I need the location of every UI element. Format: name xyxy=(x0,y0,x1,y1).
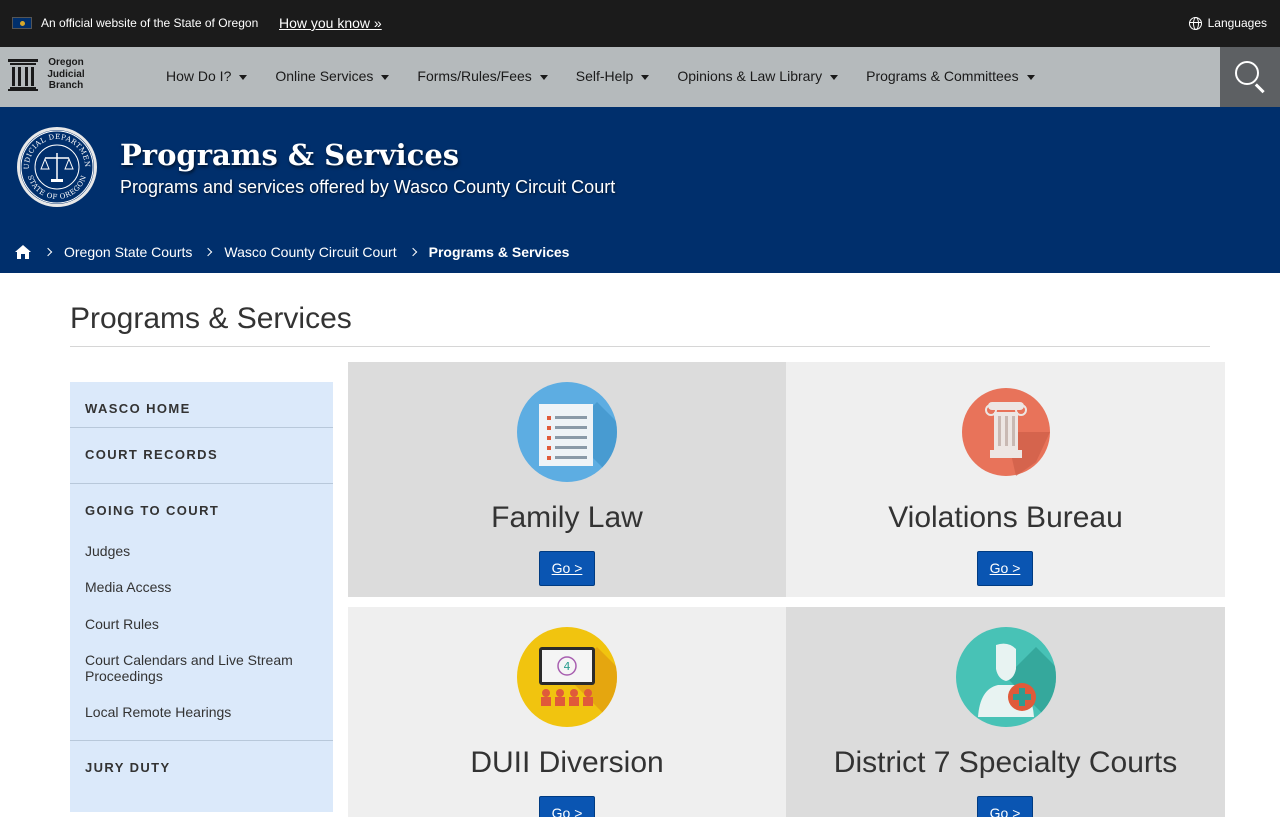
sidebar-wasco-home[interactable]: WASCO HOME xyxy=(85,401,191,416)
caret-down-icon xyxy=(239,74,248,80)
logo-text: Oregon Judicial Branch xyxy=(47,57,85,91)
card-title: Family Law xyxy=(491,501,643,534)
chevron-right-icon xyxy=(43,247,53,257)
pillar-icon xyxy=(8,59,38,91)
oregon-flag-icon xyxy=(12,17,32,29)
breadcrumb-current: Programs & Services xyxy=(428,244,570,260)
sidebar-jury-duty[interactable]: JURY DUTY xyxy=(85,760,171,775)
svg-text:4: 4 xyxy=(564,660,571,673)
sidebar-link-judges[interactable]: Judges xyxy=(85,543,315,559)
nav-programs-committees[interactable]: Programs & Committees xyxy=(866,68,1035,84)
official-banner: An official website of the State of Oreg… xyxy=(0,0,1280,47)
caret-down-icon xyxy=(1026,74,1035,80)
document-icon xyxy=(517,382,617,482)
sidebar-court-records[interactable]: COURT RECORDS xyxy=(85,447,218,462)
ojd-logo[interactable]: Oregon Judicial Branch xyxy=(8,57,93,99)
specialty-courts-go-button[interactable]: Go > xyxy=(977,796,1033,817)
caret-down-icon xyxy=(381,74,390,80)
chevron-right-icon xyxy=(408,247,417,257)
nav-online-services[interactable]: Online Services xyxy=(275,68,390,84)
sidebar-nav: WASCO HOME COURT RECORDS GOING TO COURT … xyxy=(70,382,333,812)
caret-down-icon xyxy=(641,74,650,80)
breadcrumb-wasco-county[interactable]: Wasco County Circuit Court xyxy=(224,244,396,260)
how-you-know-link[interactable]: How you know » xyxy=(279,15,382,31)
duii-diversion-go-button[interactable]: Go > xyxy=(539,796,595,817)
card-title: District 7 Specialty Courts xyxy=(833,746,1178,779)
caret-down-icon xyxy=(830,74,839,80)
official-text: An official website of the State of Oreg… xyxy=(41,16,259,30)
main-navbar: Oregon Judicial Branch How Do I? Online … xyxy=(0,47,1280,107)
title-divider xyxy=(70,346,1210,347)
nav-self-help[interactable]: Self-Help xyxy=(576,68,650,84)
caret-down-icon xyxy=(539,74,548,80)
page-banner: JUDICIAL DEPARTMENT STATE OF OREGON Prog… xyxy=(0,107,1280,273)
card-title: Violations Bureau xyxy=(888,501,1123,534)
card-district-7-specialty-courts: District 7 Specialty Courts Go > xyxy=(786,607,1225,817)
card-title: DUII Diversion xyxy=(470,746,664,779)
nav-how-do-i[interactable]: How Do I? xyxy=(166,68,248,84)
page-title: Programs & Services xyxy=(70,302,352,335)
banner-subtitle: Programs and services offered by Wasco C… xyxy=(120,177,616,197)
languages-label: Languages xyxy=(1207,16,1267,30)
card-violations-bureau: Violations Bureau Go > xyxy=(786,362,1225,597)
sidebar-divider xyxy=(70,427,333,428)
chevron-right-icon xyxy=(204,247,213,257)
nav-menu: How Do I? Online Services Forms/Rules/Fe… xyxy=(166,68,1063,84)
nav-opinions-law-library[interactable]: Opinions & Law Library xyxy=(677,68,839,84)
nav-forms-rules-fees[interactable]: Forms/Rules/Fees xyxy=(417,68,548,84)
banner-title: Programs & Services xyxy=(120,138,460,172)
search-icon xyxy=(1235,61,1259,85)
card-family-law: Family Law Go > xyxy=(348,362,786,597)
sidebar-going-to-court[interactable]: GOING TO COURT xyxy=(85,503,219,518)
breadcrumb-oregon-state-courts[interactable]: Oregon State Courts xyxy=(64,244,192,260)
classroom-icon: 4 xyxy=(517,627,617,727)
judicial-seal-icon: JUDICIAL DEPARTMENT STATE OF OREGON xyxy=(15,125,97,207)
person-medical-icon xyxy=(956,627,1056,727)
card-duii-diversion: 4 DUII Diversion Go > xyxy=(348,607,786,817)
sidebar-divider xyxy=(70,483,333,484)
violations-bureau-go-button[interactable]: Go > xyxy=(977,551,1033,586)
languages-button[interactable]: Languages xyxy=(1188,16,1267,30)
sidebar-link-court-calendars[interactable]: Court Calendars and Live Stream Proceedi… xyxy=(85,652,315,684)
column-icon xyxy=(956,382,1056,482)
sidebar-link-court-rules[interactable]: Court Rules xyxy=(85,616,315,632)
breadcrumb: Oregon State Courts Wasco County Circuit… xyxy=(15,244,582,260)
sidebar-divider xyxy=(70,740,333,741)
sidebar-link-media-access[interactable]: Media Access xyxy=(85,579,315,595)
family-law-go-button[interactable]: Go > xyxy=(539,551,595,586)
search-button[interactable] xyxy=(1220,47,1280,107)
globe-icon xyxy=(1188,16,1202,30)
home-icon[interactable] xyxy=(15,245,31,259)
sidebar-link-remote-hearings[interactable]: Local Remote Hearings xyxy=(85,704,315,720)
